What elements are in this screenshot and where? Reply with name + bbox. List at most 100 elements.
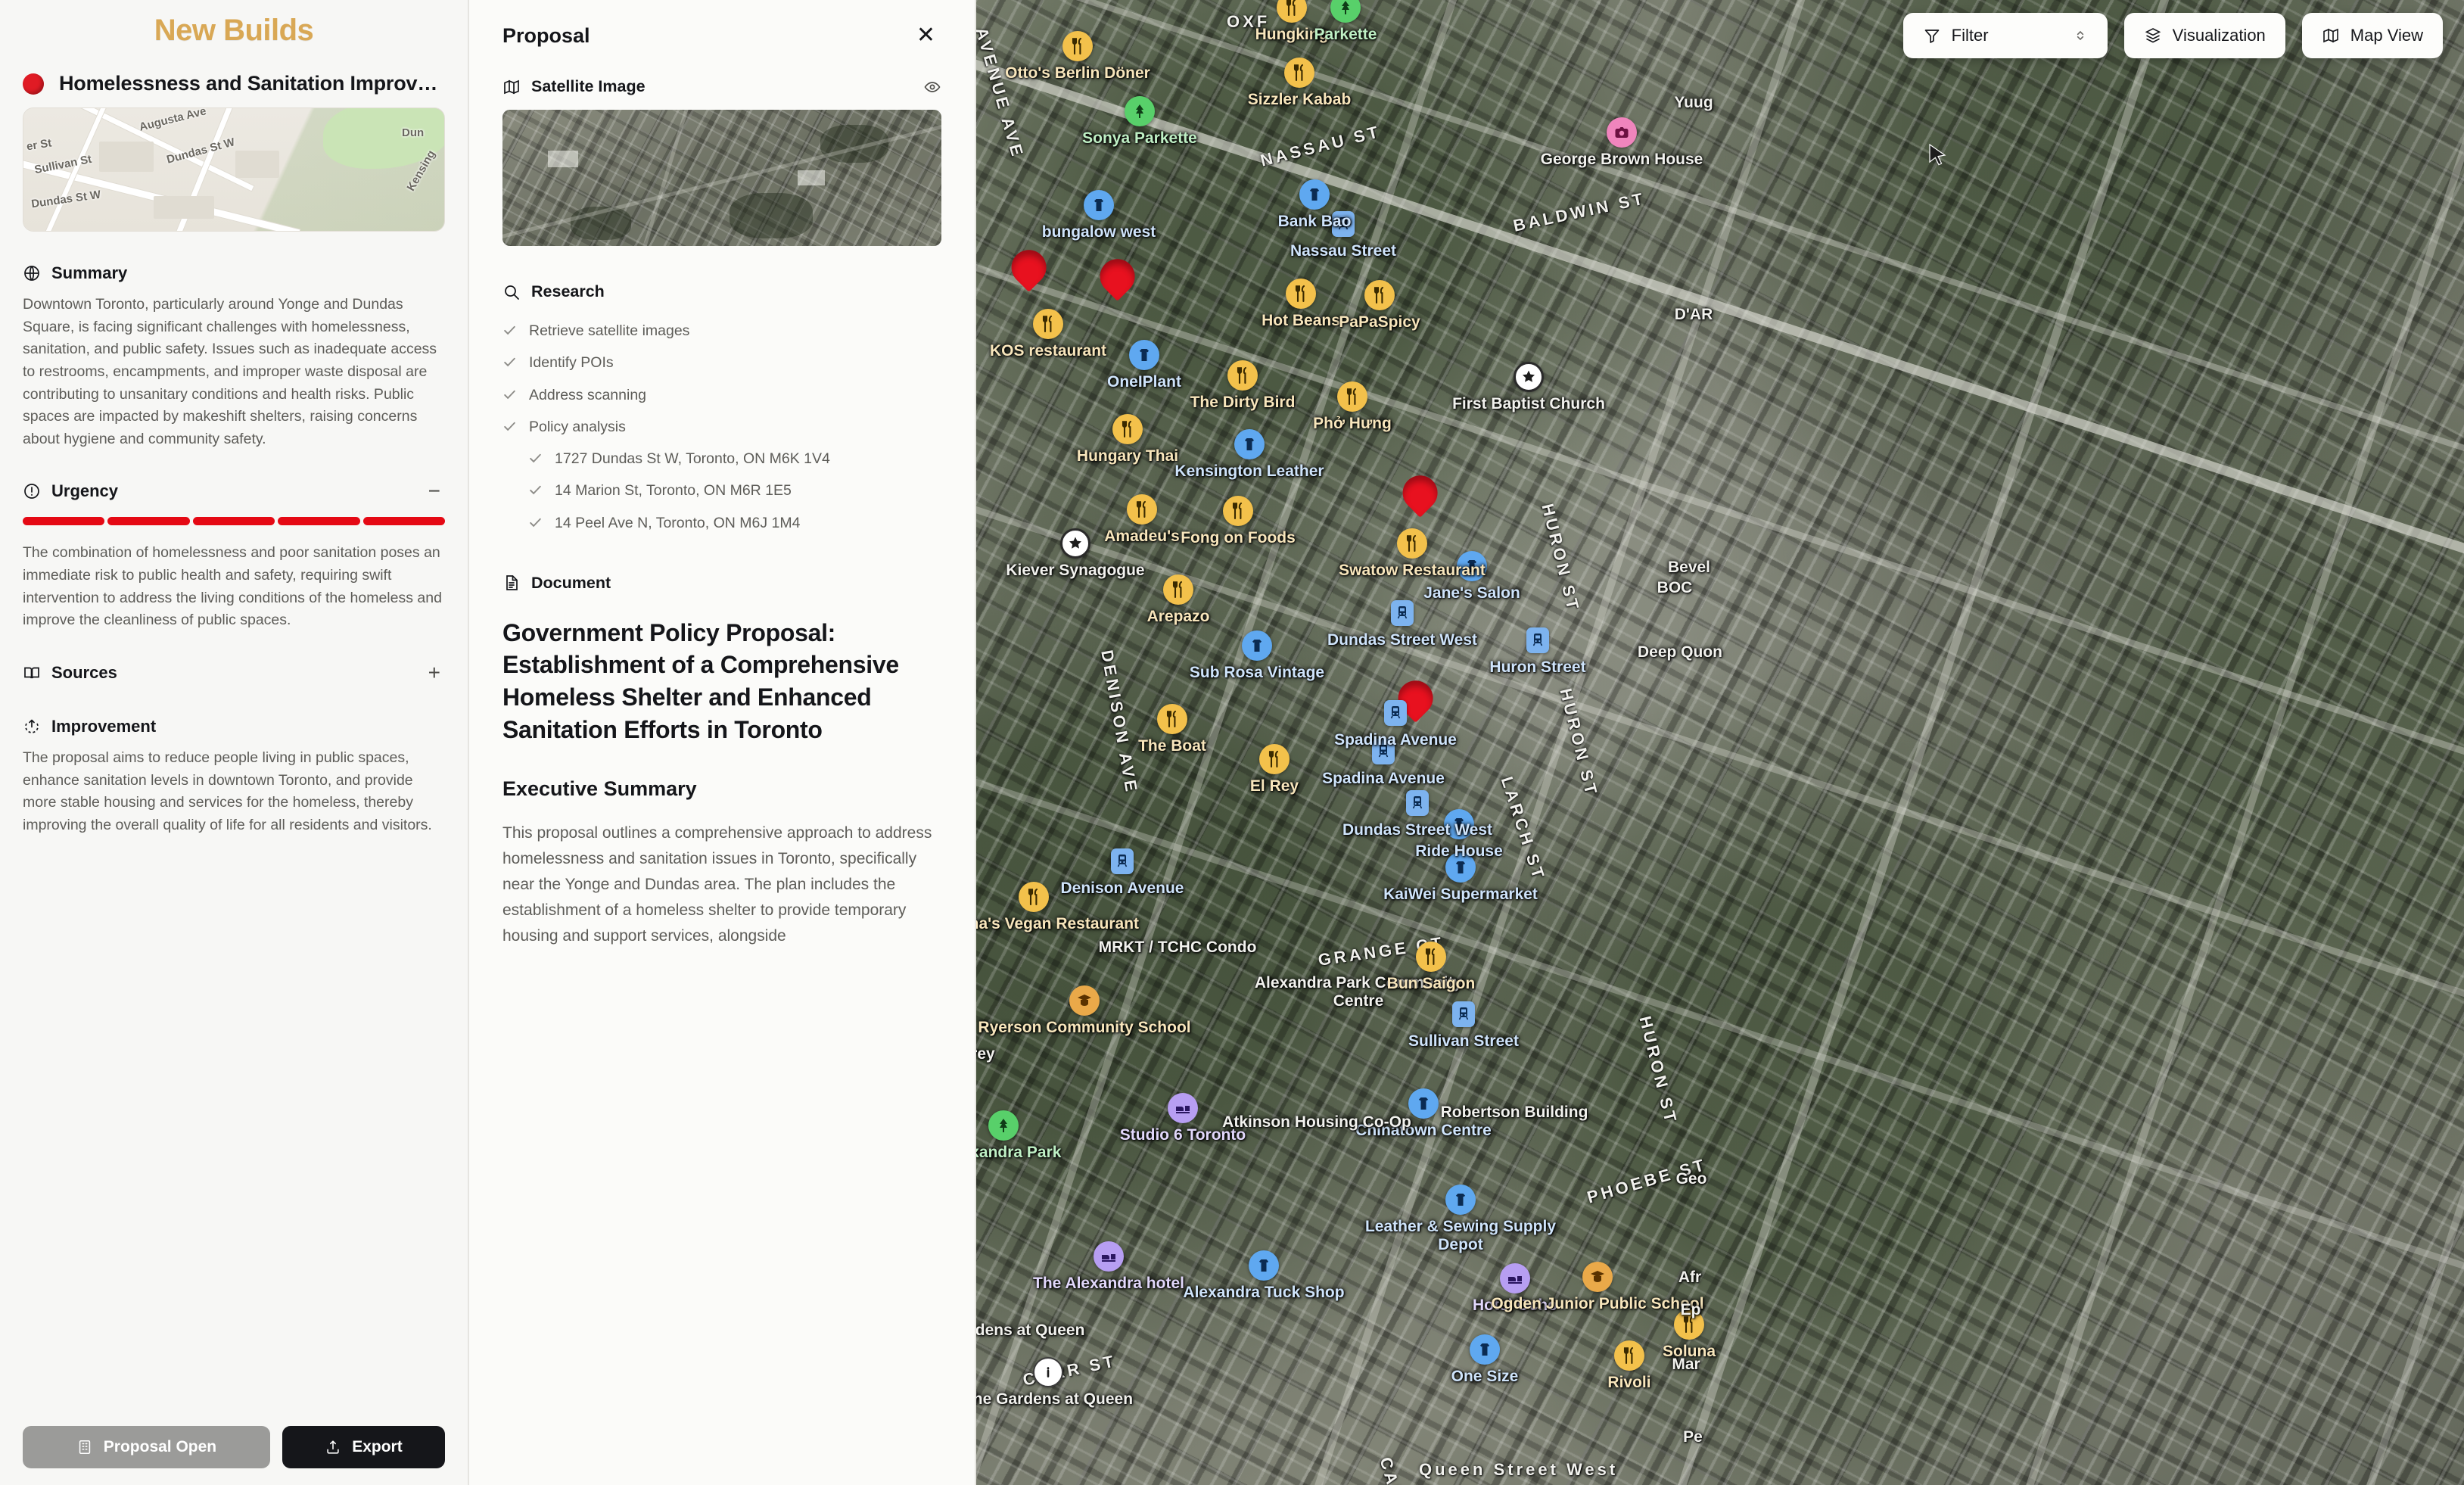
map-poi-label: Atkinson Housing Co-Op — [1222, 1113, 1411, 1131]
map-poi-marker[interactable] — [1168, 1093, 1198, 1124]
project-status-dot — [23, 73, 44, 95]
map-edge-label: Bevel — [1667, 559, 1711, 577]
map-poi-label: First Baptist Church — [1452, 394, 1605, 412]
research-item[interactable]: Address scanning — [502, 379, 941, 411]
visualization-button[interactable]: Visualization — [2123, 13, 2285, 58]
map-poi-marker[interactable] — [1019, 881, 1049, 912]
map-view[interactable]: Filter Visualization Map View Otto's Ber… — [976, 0, 2464, 1485]
satellite-image-title: Satellite Image — [531, 77, 646, 95]
food-poi-icon — [1062, 31, 1093, 62]
map-poi-marker[interactable] — [1337, 381, 1367, 412]
map-poi-marker[interactable] — [1227, 360, 1258, 391]
map-poi-marker[interactable] — [1033, 309, 1063, 340]
food-poi-icon — [1223, 496, 1253, 527]
map-poi-marker[interactable] — [1445, 1184, 1476, 1215]
sources-expand-toggle[interactable]: + — [424, 662, 445, 683]
close-icon[interactable]: ✕ — [910, 21, 941, 50]
satellite-image-thumbnail[interactable] — [502, 110, 941, 246]
map-poi-marker[interactable] — [1607, 117, 1637, 148]
map-poi-marker[interactable] — [1069, 985, 1100, 1016]
shop-poi-icon — [1249, 1250, 1279, 1281]
map-poi-label: Gardens at Queen — [976, 1322, 1085, 1340]
proposal-open-button[interactable]: Proposal Open — [23, 1426, 270, 1468]
map-poi-label: Swatow Restaurant — [1339, 561, 1486, 579]
mini-map-block — [99, 142, 154, 172]
map-poi-marker[interactable] — [1259, 744, 1290, 775]
map-poi-marker[interactable] — [1286, 278, 1316, 309]
map-poi-marker[interactable] — [1299, 179, 1330, 210]
map-poi-label: One Size — [1451, 1367, 1519, 1385]
map-poi-marker[interactable] — [1111, 848, 1134, 875]
project-header[interactable]: Homelessness and Sanitation Improv… — [23, 54, 445, 107]
sidebar-mini-map[interactable]: er St Sullivan St Augusta Ave Dundas St … — [23, 107, 445, 232]
research-item-address[interactable]: 1727 Dundas St W, Toronto, ON M6K 1V4 — [502, 443, 941, 475]
map-issue-pin[interactable] — [1093, 251, 1143, 301]
research-item-label: Retrieve satellite images — [529, 322, 690, 339]
research-item[interactable]: Retrieve satellite images — [502, 315, 941, 347]
summary-title: Summary — [51, 263, 128, 282]
map-poi-marker[interactable] — [1384, 700, 1407, 727]
map-poi-marker[interactable] — [1582, 1261, 1613, 1292]
export-button[interactable]: Export — [282, 1426, 445, 1468]
summary-text: Downtown Toronto, particularly around Yo… — [23, 296, 437, 447]
map-poi-marker[interactable] — [1127, 494, 1157, 525]
mini-map-label: Dun — [402, 126, 425, 139]
chevron-updown-icon[interactable] — [2073, 26, 2088, 45]
map-poi-marker[interactable] — [1062, 31, 1093, 62]
urgency-collapse-toggle[interactable]: − — [424, 481, 445, 502]
research-item[interactable]: Identify POIs — [502, 347, 941, 378]
map-poi-marker[interactable] — [1157, 704, 1187, 735]
map-poi-marker[interactable] — [1234, 429, 1265, 460]
map-poi-marker[interactable] — [1470, 1334, 1500, 1365]
map-poi-marker[interactable] — [1500, 1262, 1530, 1294]
map-view-button[interactable]: Map View — [2301, 13, 2443, 58]
map-view-label: Map View — [2350, 26, 2423, 45]
map-poi-marker[interactable] — [1125, 95, 1155, 126]
map-poi-label: Arepazo — [1146, 608, 1210, 626]
map-poi-marker[interactable] — [988, 1110, 1019, 1141]
map-poi-marker[interactable] — [1364, 279, 1395, 310]
urgency-meter — [23, 517, 446, 526]
map-poi-marker[interactable] — [1416, 942, 1446, 973]
map-poi-marker[interactable] — [1094, 1241, 1124, 1272]
map-poi-marker[interactable] — [1330, 0, 1361, 23]
shop-poi-icon — [1408, 1088, 1439, 1119]
check-icon — [530, 453, 541, 463]
eye-icon[interactable] — [923, 78, 941, 96]
map-poi-marker[interactable] — [1033, 1357, 1063, 1388]
map-poi-marker[interactable] — [1084, 190, 1114, 221]
research-item[interactable]: Policy analysis — [502, 411, 941, 443]
sidebar: New Builds Homelessness and Sanitation I… — [0, 0, 469, 1485]
food-poi-icon — [1337, 381, 1367, 412]
map-poi-label: Otto's Berlin Döner — [1005, 64, 1150, 82]
map-poi-marker[interactable] — [1406, 789, 1429, 816]
map-poi-marker[interactable] — [1060, 528, 1090, 559]
map-poi-marker[interactable] — [1397, 528, 1427, 559]
map-poi-marker[interactable] — [1112, 413, 1143, 444]
map-poi-marker[interactable] — [1163, 574, 1193, 606]
map-poi-marker[interactable] — [1284, 57, 1314, 88]
map-poi-marker[interactable] — [1242, 630, 1272, 661]
document-header: Document — [502, 566, 941, 606]
urgency-header[interactable]: Urgency − — [23, 475, 445, 512]
info-poi-icon — [1033, 1357, 1063, 1388]
map-poi-marker[interactable] — [1277, 0, 1307, 23]
map-issue-pin[interactable] — [1395, 468, 1445, 518]
mini-map-block — [154, 196, 214, 219]
map-poi-marker[interactable] — [1223, 496, 1253, 527]
map-poi-label: Sizzler Kabab — [1247, 90, 1352, 108]
filter-button[interactable]: Filter — [1902, 13, 2108, 58]
map-poi-marker[interactable] — [1408, 1088, 1439, 1119]
map-poi-label: Robertson Building — [1440, 1104, 1588, 1122]
urgency-section: Urgency − The combination of homelessnes… — [23, 470, 446, 632]
map-poi-marker[interactable] — [1249, 1250, 1279, 1281]
map-poi-marker[interactable] — [1391, 599, 1414, 626]
research-item-address[interactable]: 14 Marion St, Toronto, ON M6R 1E5 — [502, 475, 941, 506]
map-poi-marker[interactable] — [1514, 361, 1544, 392]
map-poi-marker[interactable] — [1129, 340, 1159, 371]
map-poi-marker[interactable] — [1526, 627, 1549, 654]
map-poi-marker[interactable] — [1614, 1340, 1644, 1371]
map-issue-pin[interactable] — [1004, 242, 1054, 292]
research-item-address[interactable]: 14 Peel Ave N, Toronto, ON M6J 1M4 — [502, 507, 941, 539]
sources-header[interactable]: Sources + — [23, 656, 445, 694]
